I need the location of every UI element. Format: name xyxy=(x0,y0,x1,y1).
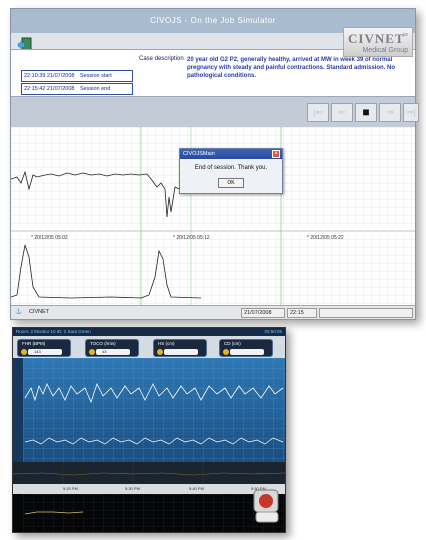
time-mark-3: * 20/12/05 05:22 xyxy=(307,235,344,241)
toco-title: TOCO (/min) xyxy=(90,341,116,346)
monitor-window: Room: 2 Monitor 10 ID: 2 Sara Green 02:5… xyxy=(12,327,286,533)
status-date: 21/07/2008 xyxy=(241,308,285,318)
session-end-field: 22:15:42 21/07/2008 Session end xyxy=(21,83,133,95)
session-start-value: 22:10:39 21/07/2008 xyxy=(24,73,75,79)
skip-back-button[interactable]: |⇐ xyxy=(307,103,329,122)
time-mark-1: * 20/12/05 05:02 xyxy=(31,235,68,241)
monitor-trace-area xyxy=(13,358,285,462)
fhr-title: FHR (BPM) xyxy=(22,341,46,346)
forward-button[interactable]: ⇒ xyxy=(379,103,401,122)
skip-back-icon: |⇐ xyxy=(313,107,323,117)
stop-button[interactable]: ■ xyxy=(355,103,377,122)
logo-subtitle: Medical Group xyxy=(362,47,408,54)
fhr-status-icon xyxy=(21,349,27,355)
session-end-value: 22:15:42 21/07/2008 xyxy=(24,86,75,92)
session-end-label: Session end xyxy=(80,86,111,92)
monitor-mini-chart xyxy=(13,494,285,532)
fhr-value: 143 xyxy=(28,349,62,355)
playback-toolbar: |⇐ ⇐ ■ ⇒ ⇒| xyxy=(11,97,419,127)
hs-title: HS (cm) xyxy=(158,341,175,346)
toco-status-icon xyxy=(89,349,95,355)
ok-button[interactable]: OK xyxy=(218,178,244,188)
civnet-logo: CIVNET us Medical Group xyxy=(343,27,413,57)
logo-name: CIVNET xyxy=(348,31,405,46)
hs-status-icon xyxy=(157,349,163,355)
skip-forward-button[interactable]: ⇒| xyxy=(403,103,419,122)
case-description-label: Case description xyxy=(139,56,184,62)
logo-suffix: us xyxy=(402,32,408,38)
back-button[interactable]: ⇐ xyxy=(331,103,353,122)
status-app-name: CIVNET xyxy=(29,309,50,315)
toco-panel[interactable]: TOCO (/min) 43 xyxy=(85,339,139,357)
mini-chart-svg xyxy=(23,494,285,532)
monitor-header: Room: 2 Monitor 10 ID: 2 Sara Green 02:5… xyxy=(13,328,285,336)
arrow-right-icon: ⇒ xyxy=(386,107,394,117)
secondary-strip-svg xyxy=(12,462,286,484)
monitor-clock: 02:50:05 xyxy=(264,329,282,334)
session-start-field: 22:10:39 21/07/2008 Session start xyxy=(21,70,133,82)
axis-tick-3: 5:40 PM xyxy=(189,486,204,491)
cd-panel[interactable]: CD (cm) xyxy=(219,339,273,357)
case-description-text: 20 year old G2 P2, generally healthy, ar… xyxy=(187,57,396,79)
status-bar: ⚓ CIVNET 21/07/2008 22:15 xyxy=(11,305,415,319)
time-axis: 5:20 PM 5:30 PM 5:40 PM 5:50 PM xyxy=(13,484,285,494)
session-start-label: Session start xyxy=(80,73,112,79)
patient-info: Room: 2 Monitor 10 ID: 2 Sara Green xyxy=(16,329,91,334)
dialog-message: End of session. Thank you. xyxy=(194,165,268,171)
hs-value xyxy=(164,349,198,355)
axis-tick-1: 5:20 PM xyxy=(63,486,78,491)
simulator-window: CIVOJS - On the Job Simulator 22:10:39 2… xyxy=(10,8,419,320)
skip-forward-icon: ⇒| xyxy=(406,107,416,117)
fhr-panel[interactable]: FHR (BPM) 143 xyxy=(17,339,71,357)
time-mark-2: * 20/12/05 05:12 xyxy=(173,235,210,241)
hs-panel[interactable]: HS (cm) xyxy=(153,339,207,357)
vital-panels: FHR (BPM) 143 TOCO (/min) 43 HS (cm) CD … xyxy=(13,336,285,358)
arrow-left-icon: ⇐ xyxy=(338,107,346,117)
stop-icon: ■ xyxy=(362,105,370,119)
toco-value: 43 xyxy=(96,349,130,355)
cd-status-icon xyxy=(223,349,229,355)
monitor-trace-svg xyxy=(13,358,285,462)
monitor-device-icon[interactable] xyxy=(252,486,282,526)
cd-title: CD (cm) xyxy=(224,341,241,346)
close-icon[interactable]: × xyxy=(272,150,280,158)
status-time: 22:15 xyxy=(287,308,317,318)
status-empty-cell xyxy=(319,308,413,318)
cd-value xyxy=(230,349,264,355)
dialog-title: CIVOJSMain xyxy=(180,149,282,159)
end-session-dialog: CIVOJSMain × End of session. Thank you. … xyxy=(179,148,283,194)
axis-tick-2: 5:30 PM xyxy=(125,486,140,491)
monitor-secondary-strip xyxy=(12,462,286,484)
